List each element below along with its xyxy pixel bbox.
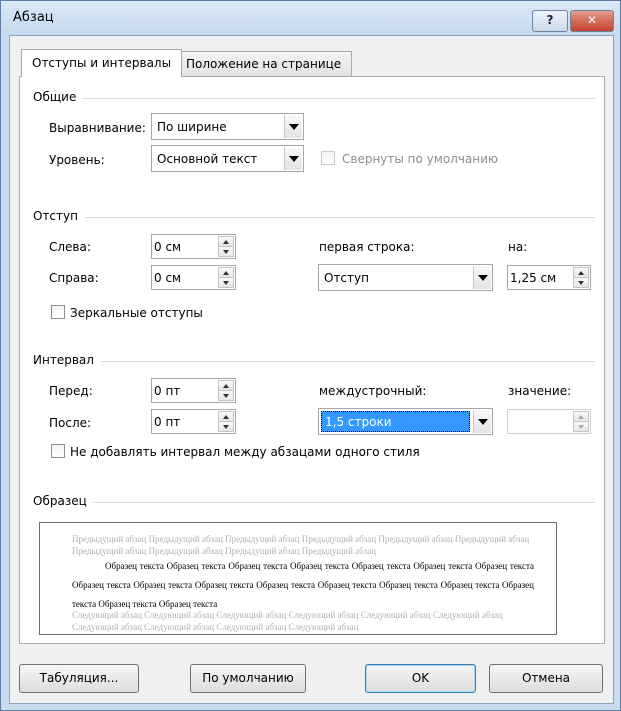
- spacing-before-value: 0 пт: [154, 384, 181, 398]
- spin-down-icon[interactable]: [573, 421, 589, 432]
- line-spacing-select[interactable]: 1,5 строки: [318, 408, 493, 435]
- preview-group-title: Образец: [33, 494, 93, 508]
- mirror-indents-label: Зеркальные отступы: [70, 306, 203, 320]
- indent-by-value: 1,25 см: [510, 271, 557, 285]
- chevron-down-icon[interactable]: [284, 147, 302, 170]
- preview-next-paragraph: Следующий абзац Следующий абзац Следующи…: [72, 610, 503, 632]
- indent-left-value: 0 см: [154, 240, 182, 254]
- title-bar: Абзац ? ✕: [1, 1, 620, 35]
- tab-panel: Общие Выравнивание: По ширине Уровень: О…: [19, 76, 605, 644]
- alignment-select[interactable]: По ширине: [151, 113, 304, 140]
- close-button[interactable]: ✕: [570, 10, 614, 32]
- indent-left-spinner[interactable]: 0 см: [151, 234, 236, 259]
- level-label: Уровень:: [49, 153, 105, 167]
- dialog-title: Абзац: [13, 10, 54, 25]
- spin-down-icon[interactable]: [218, 246, 234, 257]
- general-group-title: Общие: [33, 90, 83, 104]
- divider: [92, 502, 596, 503]
- preview-box: Предыдущий абзац Предыдущий абзац Предыд…: [39, 522, 557, 635]
- indent-right-spinner[interactable]: 0 см: [151, 265, 236, 290]
- preview-previous-paragraph: Предыдущий абзац Предыдущий абзац Предыд…: [72, 534, 530, 556]
- tabs-button[interactable]: Табуляция...: [19, 664, 139, 693]
- indent-left-label: Слева:: [49, 240, 91, 254]
- spin-down-icon[interactable]: [218, 390, 234, 401]
- cancel-button[interactable]: Отмена: [489, 664, 603, 693]
- ok-button[interactable]: OK: [365, 664, 476, 693]
- indent-by-label: на:: [508, 240, 528, 254]
- indent-by-spinner[interactable]: 1,25 см: [507, 265, 591, 290]
- level-value: Основной текст: [157, 152, 258, 166]
- mirror-indents-checkbox[interactable]: [51, 305, 65, 319]
- line-spacing-label: междустрочный:: [319, 384, 427, 398]
- indent-group-title: Отступ: [33, 209, 84, 223]
- help-button[interactable]: ?: [532, 10, 568, 32]
- indent-right-label: Справа:: [49, 271, 99, 285]
- indent-right-value: 0 см: [154, 271, 182, 285]
- spacing-group-title: Интервал: [33, 353, 100, 367]
- alignment-label: Выравнивание:: [49, 121, 146, 135]
- divider: [80, 217, 596, 218]
- spacing-before-spinner[interactable]: 0 пт: [151, 378, 236, 403]
- dont-add-space-checkbox[interactable]: [51, 444, 65, 458]
- dont-add-space-label: Не добавлять интервал между абзацами одн…: [70, 445, 420, 459]
- first-line-select[interactable]: Отступ: [318, 264, 493, 291]
- chevron-down-icon[interactable]: [284, 115, 302, 138]
- divider: [80, 98, 596, 99]
- paragraph-dialog: Абзац ? ✕ Отступы и интервалы Положение …: [0, 0, 621, 711]
- level-select[interactable]: Основной текст: [151, 145, 304, 172]
- first-line-label: первая строка:: [319, 240, 415, 254]
- spin-down-icon[interactable]: [218, 421, 234, 432]
- chevron-down-icon[interactable]: [473, 410, 491, 433]
- divider: [94, 361, 596, 362]
- chevron-down-icon[interactable]: [473, 266, 491, 289]
- first-line-value: Отступ: [324, 271, 369, 285]
- spacing-at-label: значение:: [508, 384, 572, 398]
- tab-indents-spacing[interactable]: Отступы и интервалы: [21, 49, 183, 77]
- spacing-at-spinner[interactable]: [507, 409, 591, 434]
- tab-line-page-breaks[interactable]: Положение на странице: [175, 51, 353, 77]
- spin-down-icon[interactable]: [573, 277, 589, 288]
- preview-sample-paragraph: Образец текста Образец текста Образец те…: [72, 561, 534, 609]
- spacing-after-label: После:: [49, 416, 92, 430]
- line-spacing-value: 1,5 строки: [321, 411, 470, 432]
- collapsed-checkbox[interactable]: [321, 151, 335, 165]
- dialog-client: Отступы и интервалы Положение на страниц…: [9, 35, 614, 704]
- spacing-before-label: Перед:: [49, 384, 93, 398]
- set-default-button[interactable]: По умолчанию: [190, 664, 306, 693]
- spacing-after-spinner[interactable]: 0 пт: [151, 409, 236, 434]
- collapsed-label: Свернуты по умолчанию: [342, 152, 499, 166]
- spacing-after-value: 0 пт: [154, 415, 181, 429]
- spin-down-icon[interactable]: [218, 277, 234, 288]
- alignment-value: По ширине: [157, 120, 227, 134]
